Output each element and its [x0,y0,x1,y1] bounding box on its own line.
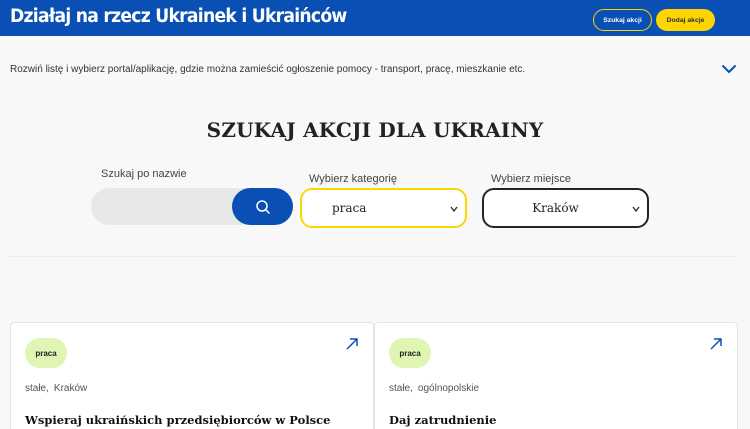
place-selected-value: Kraków [532,201,579,215]
action-card[interactable]: praca stałe, Kraków Wspieraj ukraińskich … [10,322,374,429]
card-title[interactable]: Daj zatrudnienie [389,413,496,427]
action-card[interactable]: praca stałe, ogólnopolskie Daj zatrudnien… [374,322,738,429]
name-search-label: Szukaj po nazwie [101,168,187,180]
card-location: Kraków [53,383,88,394]
portal-list-expander-text[interactable]: Rozwiń listę i wybierz portal/aplikację,… [10,64,525,75]
category-badge: praca [25,338,67,368]
select-arrow-icon [632,206,640,213]
place-select[interactable]: Kraków [482,188,649,228]
top-bar: Działaj na rzecz Ukrainek i Ukraińców Sz… [0,0,750,36]
search-actions-button[interactable]: Szukaj akcji [593,9,652,31]
section-divider [10,256,738,257]
card-meta: stałe, Kraków [25,383,92,394]
card-type: stałe, [389,383,413,394]
card-meta: stałe, ogólnopolskie [389,383,484,394]
place-label: Wybierz miejsce [491,173,571,185]
category-label: Wybierz kategorię [309,173,397,185]
site-title[interactable]: Działaj na rzecz Ukrainek i Ukraińców [10,6,347,27]
search-submit-button[interactable] [232,188,293,225]
card-location: ogólnopolskie [417,383,480,394]
search-heading: SZUKAJ AKCJI DLA UKRAINY [206,118,544,142]
category-select[interactable]: praca [300,188,467,228]
chevron-down-icon[interactable] [720,60,738,78]
add-action-button[interactable]: Dodaj akcje [656,9,715,31]
search-icon [255,199,270,214]
card-title[interactable]: Wspieraj ukraińskich przedsiębiorców w P… [25,413,330,427]
select-arrow-icon [450,206,458,213]
card-type: stałe, [25,383,49,394]
category-badge: praca [389,338,431,368]
external-link-arrow-icon[interactable] [709,337,723,351]
external-link-arrow-icon[interactable] [345,337,359,351]
category-selected-value: praca [332,201,367,215]
